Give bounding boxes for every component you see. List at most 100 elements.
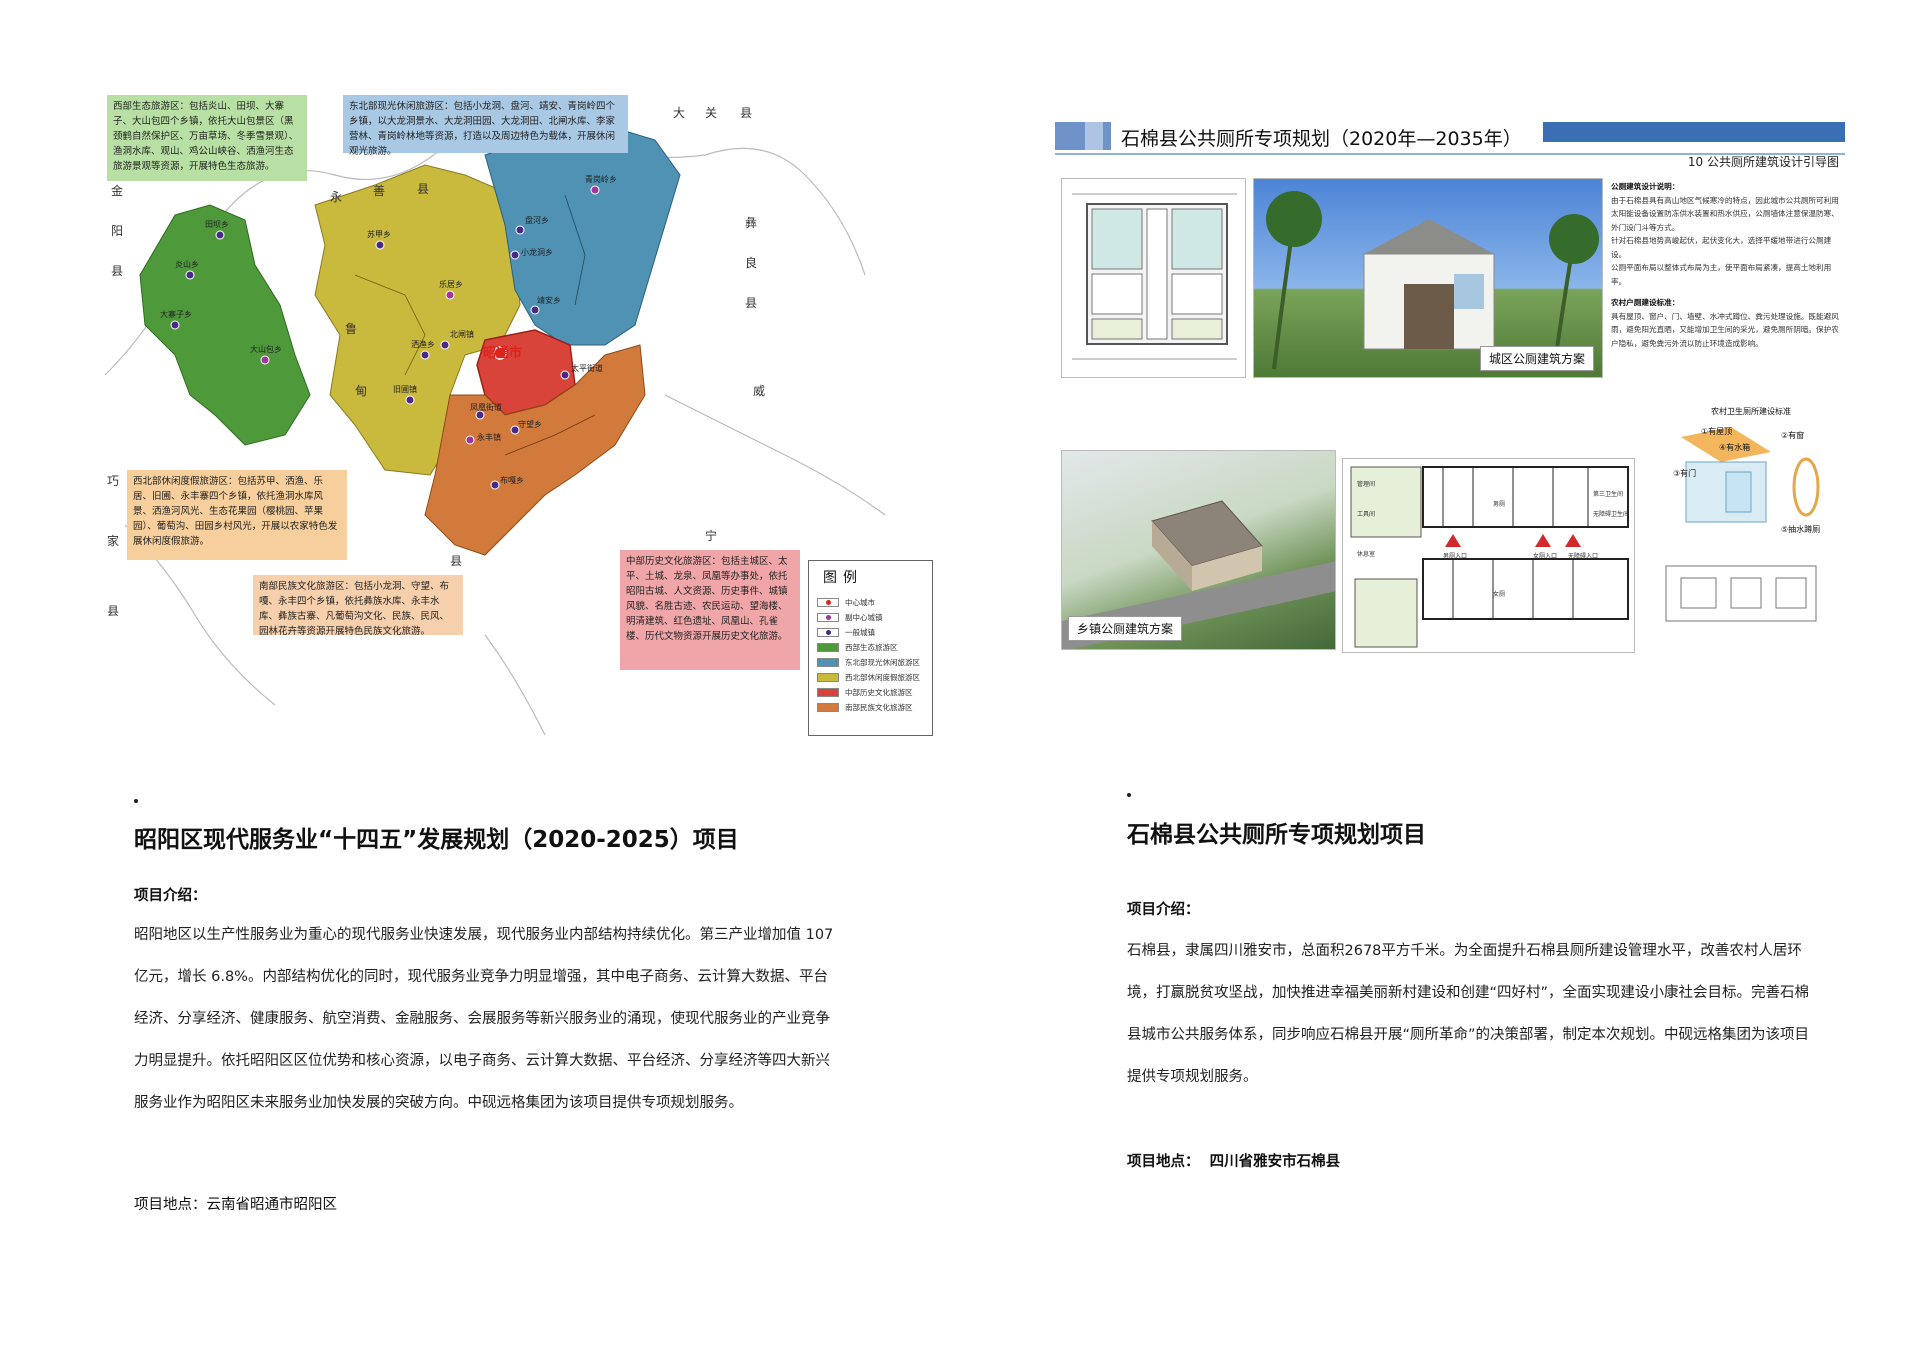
county-daguan-3: 县 [740,106,752,120]
legend-label: 副中心城镇 [845,613,883,622]
zone-note-northeast: 东北部现光休闲旅游区：包括小龙洞、盘河、靖安、青岗岭四个乡镇，以大龙洞景水、大龙… [343,95,628,157]
county-jinyang-1: 金 [111,183,123,198]
legend-swatch [817,658,839,667]
place-label-jiuyan: 旧圃镇 [393,384,417,394]
guide-paragraph-4: 具有屋顶、窗户、门、墙壁、水冲式蹲位、粪污处理设施。既能避风雨，避免阳光直晒，又… [1611,311,1839,348]
guide-heading-2: 农村户厕建设标准： [1611,298,1680,307]
right-intro-body: 石棉县，隶属四川雅安市，总面积2678平方千米。为全面提升石棉县厕所建设管理水平… [1127,943,1810,1085]
legend-item: 副中心城镇 [817,610,924,625]
legend-swatch [817,643,839,652]
legend-item: 西北部休闲度假旅游区 [817,670,924,685]
place-label-yanshan: 炎山乡 [175,259,199,269]
county-ludian-2: 甸 [355,384,367,398]
city-toilet-render: 城区公厕建筑方案 [1253,178,1603,378]
county-yongshan-3: 县 [417,182,429,196]
floorplan-label: 男厕入口 [1443,553,1468,560]
place-label-leju: 乐居乡 [439,279,463,289]
right-location-label: 项目地点： [1127,1154,1200,1170]
zone-note-central: 中部历史文化旅游区：包括主城区、太平、土城、龙泉、凤凰等办事处，依托昭阳古城、人… [620,550,800,670]
county-weining-1: 威 [753,384,765,398]
town-toilet-render: 乡镇公厕建筑方案 [1061,450,1336,650]
legend-title: 图例 [823,570,863,586]
place-label-qinggangling: 青岗岭乡 [585,174,617,184]
place-label-tianba: 田坝乡 [205,220,229,229]
right-project-title: 石棉县公共厕所专项规划项目 [1127,822,1426,848]
left-location: 项目地点：云南省昭通市昭阳区 [134,1193,337,1214]
legend-label: 中部历史文化旅游区 [845,688,913,697]
right-location-value: 四川省雅安市石棉县 [1209,1154,1341,1170]
legend-label: 西部生态旅游区 [845,643,898,652]
floorplan-label: 无障碍入口 [1568,553,1599,560]
floorplan-label: 女厕入口 [1533,553,1558,560]
right-intro-label: 项目介绍： [1127,902,1200,918]
toilet-std-roof: ①有屋顶 [1701,427,1733,436]
legend-item: 西部生态旅游区 [817,640,924,655]
floorplan-label: 工具间 [1357,511,1376,518]
place-label-jingan: 靖安乡 [537,295,561,305]
map-legend: 图例 中心城市副中心城镇一般城镇西部生态旅游区东北部现光休闲旅游区 西北部休闲度假… [808,560,933,736]
county-qiaojia-1: 巧 [107,474,119,488]
place-label-shouwang: 守望乡 [518,419,542,429]
zone-note-northwest: 西北部休闲度假旅游区：包括苏甲、洒渔、乐居、旧圃、永丰寨四个乡镇，依托渔洞水库风… [127,470,347,560]
county-weining-2: 宁 [705,528,717,543]
guide-paragraph-1: 由于石棉县具有高山地区气候寒冷的特点，因此城市公共厕所可利用太阳能设备设置防冻供… [1611,195,1839,232]
place-label-taiping: 太平街道 [571,363,603,373]
toilet-std-window: ②有窗 [1781,431,1805,440]
legend-label: 一般城镇 [845,628,875,637]
county-daguan-2: 关 [705,106,717,120]
zone-west [139,204,311,446]
place-label-bujia: 布嘎乡 [500,475,524,485]
left-intro-label: 项目介绍： [134,888,207,904]
left-project-title: 昭阳区现代服务业“十四五”发展规划（2020-2025）项目 [134,827,739,853]
county-qiaojia-3: 县 [107,604,119,618]
place-label-zhaotong: 昭通市 [483,345,522,361]
county-qiaojia-2: 家 [107,533,119,548]
guide-paragraph-2: 针对石棉县地势高峻起伏，起伏变化大，选择平缓地带进行公厕建设。 [1611,236,1832,259]
county-yiliang-1: 彝 [745,215,757,230]
floorplan-label: 休息室 [1357,551,1376,558]
place-label-panhe: 盘河乡 [525,215,549,225]
place-label-dazhaizi: 大寨子乡 [160,309,192,319]
caption-city-toilet: 城区公厕建筑方案 [1479,346,1594,371]
place-label-xiaolongdong: 小龙洞乡 [521,247,553,257]
legend-item: 东北部现光休闲旅游区 [817,655,924,670]
toilet-plan-panel: 石棉县公共厕所专项规划（2020年—2035年） 10 公共厕所建筑设计引导图 [1055,122,1845,657]
left-intro-body: 昭阳地区以生产性服务业为重心的现代服务业快速发展，现代服务业内部结构持续优化。第… [134,927,834,1111]
floorplan-label: 男厕 [1493,501,1506,508]
place-label-yongfeng: 永丰镇 [477,432,501,442]
toilet-std-tank: ④有水箱 [1719,443,1751,452]
caption-town-toilet: 乡镇公厕建筑方案 [1068,616,1183,641]
town-toilet-floorplan: 男厕 女厕 管理间 工具间 休息室 第三卫生间 无障碍卫生间 男厕入口 女厕入口 无障碍入口 [1342,458,1635,653]
place-label-sayu: 洒渔乡 [411,339,435,349]
toilet-std-title: 农村卫生厕所建设标准 [1711,407,1791,416]
place-label-fenghuang: 凤凰街道 [470,402,502,412]
toilet-std-door: ③有门 [1673,469,1697,478]
legend-rows: 中心城市副中心城镇一般城镇西部生态旅游区东北部现光休闲旅游区 西北部休闲度假旅游区… [817,595,924,715]
legend-item: 中部历史文化旅游区 [817,685,924,700]
zone-note-south: 南部民族文化旅游区：包括小龙洞、守望、布嘎、永丰四个乡镇，依托彝族水库、永丰水库… [253,575,463,637]
design-guide-text: 公厕建筑设计说明： 由于石棉县具有高山地区气候寒冷的特点，因此城市公共厕所可利用… [1611,180,1841,380]
place-label-dashanbao: 大山包乡 [250,344,282,354]
legend-item: 一般城镇 [817,625,924,640]
left-location-value: 云南省昭通市昭阳区 [206,1197,338,1213]
county-yiliang-3: 县 [745,296,757,310]
county-jinyang-2: 阳 [111,224,123,238]
legend-label: 中心城市 [845,598,875,607]
county-ludian-3: 县 [450,554,462,568]
county-yiliang-2: 良 [745,255,757,270]
left-location-label: 项目地点： [134,1197,207,1213]
floorplan-label: 管理间 [1357,481,1376,488]
plan-subtitle: 10 公共厕所建筑设计引导图 [1687,155,1839,169]
guide-paragraph-3: 公厕平面布局以整体式布局为主，使平面布局紧凑，提高土地利用率。 [1611,263,1832,286]
toilet-std-flush: ⑤抽水蹲厕 [1781,525,1821,534]
legend-label: 东北部现光休闲旅游区 [845,658,920,667]
legend-label: 西北部休闲度假旅游区 [845,673,920,682]
legend-swatch [817,703,839,712]
tourism-zoning-map: 田坝乡 炎山乡 大寨子乡 大山包乡 苏甲乡 乐居乡 洒渔乡 旧圃镇 北闸镇 青岗… [105,95,935,745]
legend-swatch [817,628,839,637]
place-label-sujia: 苏甲乡 [367,229,391,239]
legend-swatch [817,673,839,682]
legend-swatch [817,688,839,697]
left-bullet [134,799,138,803]
right-bullet [1127,793,1131,797]
